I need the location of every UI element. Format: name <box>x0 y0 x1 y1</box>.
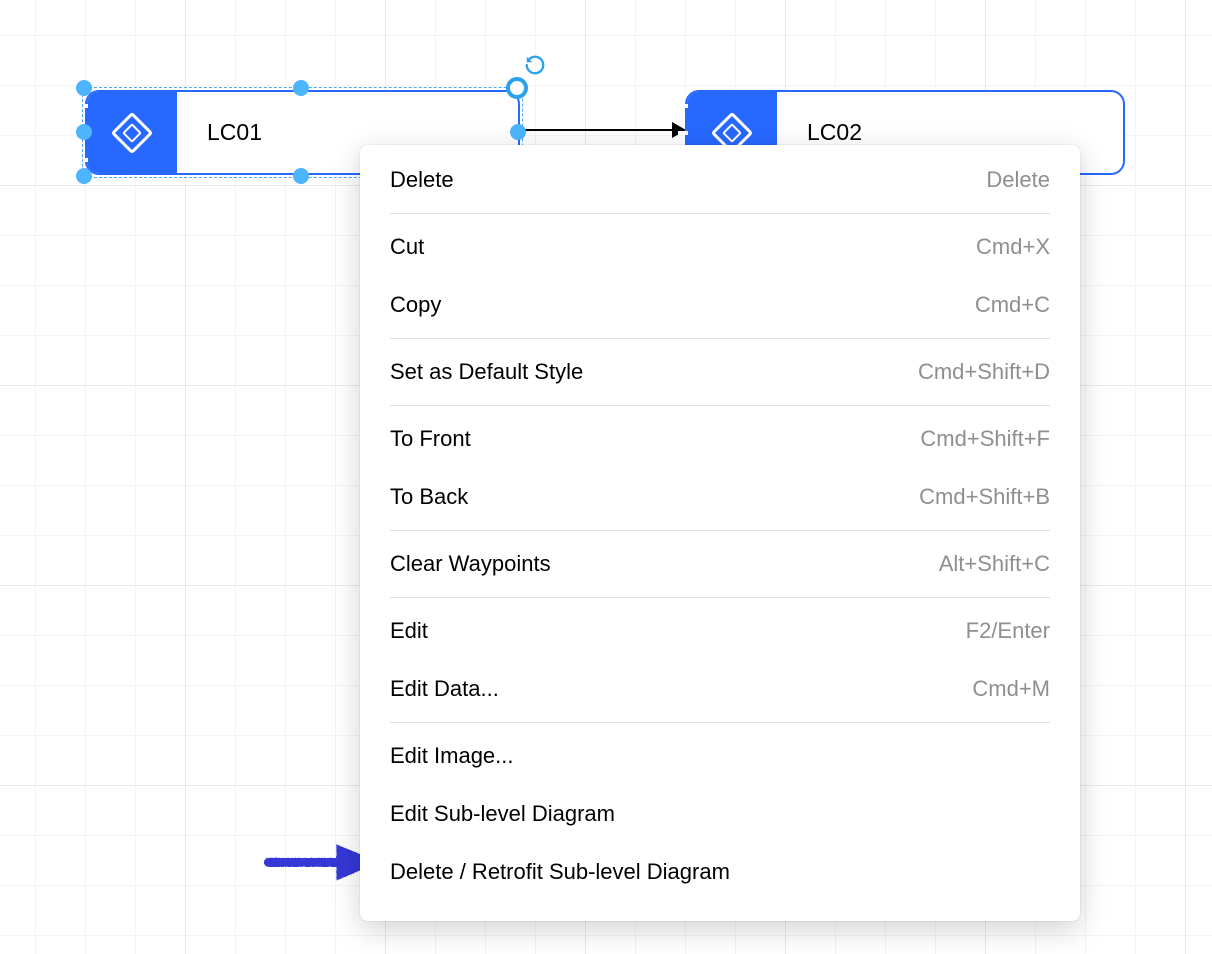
menu-item-shortcut: Cmd+C <box>975 292 1050 318</box>
menu-item-delete[interactable]: Delete Delete <box>360 151 1080 209</box>
menu-separator <box>390 597 1050 598</box>
menu-item-label: Delete <box>390 167 454 193</box>
menu-item-label: Edit Image... <box>390 743 514 769</box>
menu-item-label: Set as Default Style <box>390 359 583 385</box>
menu-item-delete-sublevel[interactable]: Delete / Retrofit Sub-level Diagram <box>360 843 1080 901</box>
node-label: LC01 <box>177 119 262 146</box>
canvas[interactable]: LC01 LC02 Delete Delete Cut Cmd+X <box>0 0 1212 954</box>
menu-item-edit-image[interactable]: Edit Image... <box>360 727 1080 785</box>
menu-item-label: Edit Data... <box>390 676 499 702</box>
menu-item-edit-sublevel[interactable]: Edit Sub-level Diagram <box>360 785 1080 843</box>
menu-item-label: Copy <box>390 292 441 318</box>
menu-item-to-back[interactable]: To Back Cmd+Shift+B <box>360 468 1080 526</box>
menu-separator <box>390 722 1050 723</box>
menu-item-shortcut: Alt+Shift+C <box>939 551 1050 577</box>
menu-item-shortcut: Cmd+X <box>976 234 1050 260</box>
menu-item-label: To Front <box>390 426 471 452</box>
menu-item-edit[interactable]: Edit F2/Enter <box>360 602 1080 660</box>
menu-item-label: Delete / Retrofit Sub-level Diagram <box>390 859 730 885</box>
menu-item-copy[interactable]: Copy Cmd+C <box>360 276 1080 334</box>
menu-item-shortcut: Cmd+M <box>972 676 1050 702</box>
menu-separator <box>390 530 1050 531</box>
menu-item-shortcut: Cmd+Shift+D <box>918 359 1050 385</box>
context-menu: Delete Delete Cut Cmd+X Copy Cmd+C Set a… <box>360 145 1080 921</box>
menu-item-shortcut: Delete <box>986 167 1050 193</box>
node-label: LC02 <box>777 119 862 146</box>
menu-item-label: Edit <box>390 618 428 644</box>
menu-item-default-style[interactable]: Set as Default Style Cmd+Shift+D <box>360 343 1080 401</box>
menu-item-label: Edit Sub-level Diagram <box>390 801 615 827</box>
menu-item-cut[interactable]: Cut Cmd+X <box>360 218 1080 276</box>
menu-item-to-front[interactable]: To Front Cmd+Shift+F <box>360 410 1080 468</box>
menu-item-shortcut: Cmd+Shift+F <box>920 426 1050 452</box>
menu-separator <box>390 338 1050 339</box>
selection-handle-top[interactable] <box>506 77 528 99</box>
menu-separator <box>390 213 1050 214</box>
node-icon-container <box>87 92 177 173</box>
connection-arrow[interactable] <box>524 129 684 131</box>
menu-item-edit-data[interactable]: Edit Data... Cmd+M <box>360 660 1080 718</box>
menu-item-clear-waypoints[interactable]: Clear Waypoints Alt+Shift+C <box>360 535 1080 593</box>
menu-item-shortcut: Cmd+Shift+B <box>919 484 1050 510</box>
diamond-icon <box>111 111 153 153</box>
menu-separator <box>390 405 1050 406</box>
menu-item-label: Clear Waypoints <box>390 551 551 577</box>
menu-item-label: Cut <box>390 234 424 260</box>
menu-item-label: To Back <box>390 484 468 510</box>
node-ports <box>79 92 87 173</box>
rotate-icon[interactable] <box>524 54 546 76</box>
menu-item-shortcut: F2/Enter <box>966 618 1050 644</box>
